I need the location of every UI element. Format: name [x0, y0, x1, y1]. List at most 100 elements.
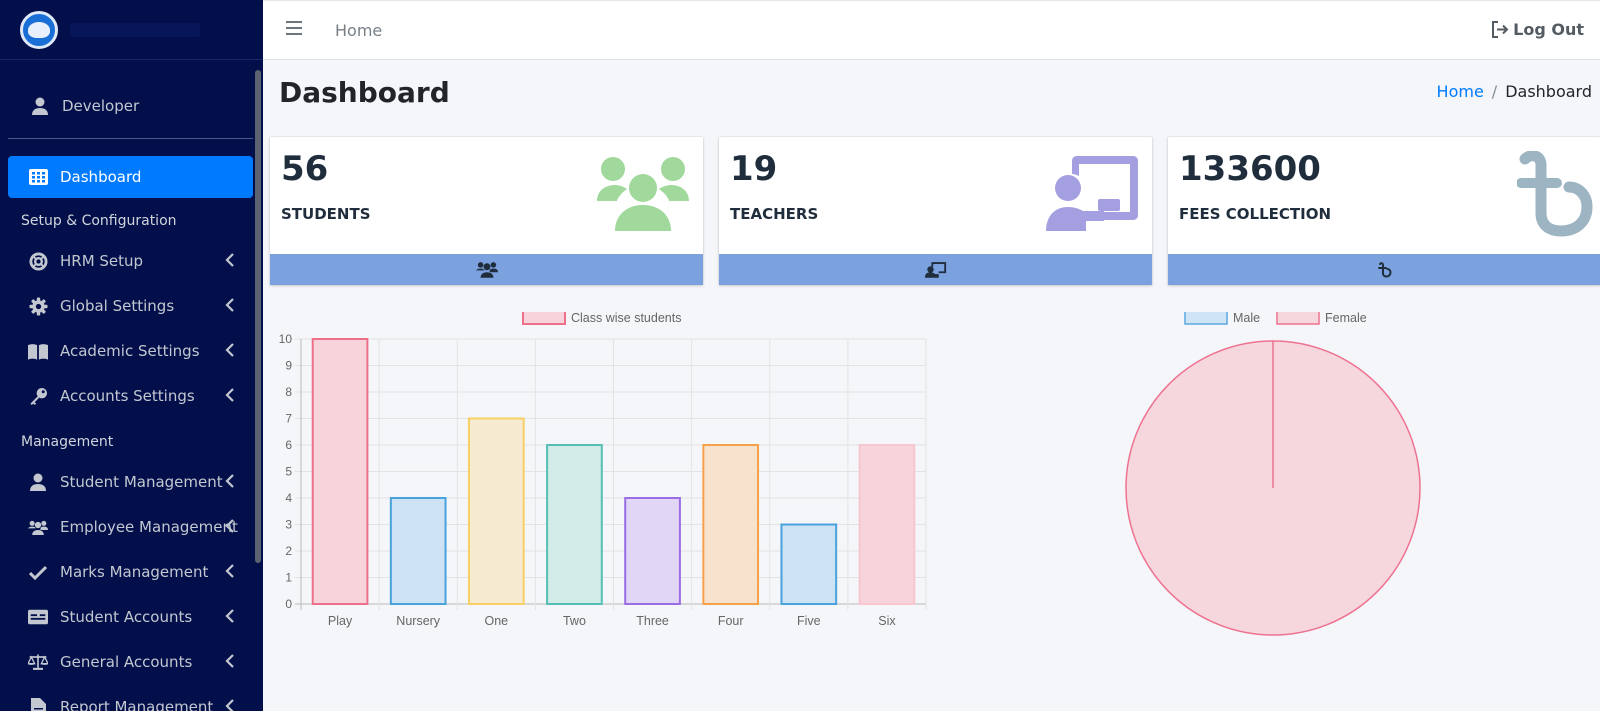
breadcrumb-separator: / [1491, 82, 1498, 101]
legend-label: Class wise students [571, 312, 681, 325]
y-tick-label: 2 [285, 544, 292, 558]
sidebar-item-label: Student Accounts [60, 608, 193, 626]
sidebar-item-global-settings[interactable]: Global Settings [8, 285, 253, 327]
page-title: Dashboard [279, 76, 450, 109]
bar-two [546, 444, 603, 605]
key-icon [28, 386, 48, 406]
bar-four [702, 444, 760, 605]
legend-label: Female [1325, 312, 1367, 325]
sidebar-item-accounts-settings[interactable]: Accounts Settings [8, 375, 253, 417]
chart-legend[interactable]: Male Female [1184, 310, 1367, 325]
stat-label: FEES COLLECTION [1179, 205, 1332, 223]
bar-one [467, 417, 525, 605]
logout-button[interactable]: Log Out [1491, 20, 1584, 39]
chevron-left-icon [225, 564, 234, 578]
pie-slices [1125, 340, 1421, 636]
legend-swatch [1184, 310, 1228, 325]
pie-chart-canvas: Male Female [1125, 310, 1421, 636]
top-nav-home-link[interactable]: Home [335, 21, 382, 40]
x-tick-label: One [484, 614, 508, 628]
sidebar-item-label: Dashboard [60, 168, 142, 186]
sidebar-item-general-accounts[interactable]: General Accounts [8, 641, 253, 683]
chart-legend[interactable]: Class wise students [522, 310, 681, 325]
stat-footer-link[interactable] [270, 254, 703, 285]
user-icon [30, 96, 50, 116]
y-tick-label: 6 [285, 438, 292, 452]
x-tick-label: Six [878, 614, 896, 628]
chevron-left-icon [225, 253, 234, 267]
bar-six [858, 444, 916, 605]
id-card-icon [28, 607, 48, 627]
x-tick-label: Four [718, 614, 744, 628]
hamburger-menu-icon[interactable] [286, 21, 302, 35]
sidebar-item-employee-management[interactable]: Employee Management [8, 506, 253, 548]
stat-value: 133600 [1179, 149, 1321, 189]
y-tick-label: 3 [285, 518, 292, 532]
sidebar-item-dashboard[interactable]: Dashboard [8, 156, 253, 198]
bar-three [624, 497, 681, 605]
sidebar-item-label: HRM Setup [60, 252, 144, 270]
x-tick-label: Three [636, 614, 669, 628]
sidebar-item-report-management[interactable]: Report Management [8, 686, 253, 711]
sidebar-item-marks-management[interactable]: Marks Management [8, 551, 253, 593]
sidebar-item-label: Student Management [60, 473, 223, 491]
sidebar-item-label: Marks Management [60, 563, 209, 581]
gear-icon [28, 296, 48, 316]
check-icon [28, 562, 48, 582]
brand[interactable] [0, 0, 263, 60]
legend-swatch [522, 310, 566, 325]
sidebar-item-academic-settings[interactable]: Academic Settings [8, 330, 253, 372]
sign-out-icon [1492, 21, 1509, 38]
y-tick-label: 4 [285, 491, 292, 505]
sidebar-item-label: General Accounts [60, 653, 193, 671]
breadcrumb-home-link[interactable]: Home [1437, 82, 1484, 101]
y-tick-label: 1 [285, 571, 292, 585]
sidebar-item-label: Report Management [60, 698, 214, 711]
chalkboard-teacher-icon [1046, 156, 1138, 231]
stat-box-fees-collection: 133600 FEES COLLECTION [1168, 137, 1600, 285]
sidebar-item-label: Employee Management [60, 518, 238, 536]
stat-box-teachers: 19 TEACHERS [719, 137, 1152, 285]
taka-icon [1517, 151, 1593, 237]
stat-footer-link[interactable] [719, 254, 1152, 285]
x-tick-label: Nursery [396, 614, 441, 628]
grid-icon [28, 167, 48, 187]
logout-label: Log Out [1513, 20, 1584, 39]
y-tick-label: 9 [285, 359, 292, 373]
chevron-left-icon [225, 609, 234, 623]
sidebar-item-student-management[interactable]: Student Management [8, 461, 253, 503]
user-panel[interactable]: Developer [8, 74, 253, 139]
chevron-left-icon [225, 474, 234, 488]
stat-footer-link[interactable] [1168, 254, 1600, 285]
sidebar-item-label: Academic Settings [60, 342, 200, 360]
breadcrumb: Home / Dashboard [1437, 82, 1592, 101]
sidebar-scrollbar[interactable] [255, 70, 261, 563]
chevron-left-icon [225, 388, 234, 402]
y-tick-label: 7 [285, 412, 292, 426]
sidebar-item-hrm-setup[interactable]: HRM Setup [8, 240, 253, 282]
sidebar-item-label: Global Settings [60, 297, 175, 315]
user-name[interactable]: Developer [62, 97, 139, 115]
breadcrumb-current: Dashboard [1505, 82, 1592, 101]
bar-five [780, 523, 838, 605]
legend-swatch [1276, 310, 1320, 325]
users-icon [28, 517, 48, 537]
y-tick-label: 0 [285, 597, 292, 611]
sidebar-item-label: Accounts Settings [60, 387, 195, 405]
sidebar-item-student-accounts[interactable]: Student Accounts [8, 596, 253, 638]
chevron-left-icon [225, 343, 234, 357]
stat-value: 19 [730, 149, 778, 189]
taka-icon [1377, 261, 1392, 278]
bar-chart-canvas: Class wise students 0 1 2 3 4 5 6 7 8 9 10 Play Nur… [279, 310, 927, 628]
balance-scale-icon [28, 652, 48, 672]
nav-header-setup: Setup & Configuration [21, 213, 177, 229]
x-tick-label: Five [797, 614, 821, 628]
users-icon [597, 157, 689, 231]
chalkboard-teacher-icon [924, 262, 946, 278]
topbar: Home Log Out [263, 0, 1600, 60]
x-tick-label: Two [563, 614, 586, 628]
bar-nursery [389, 497, 447, 605]
stat-box-students: 56 STUDENTS [270, 137, 703, 285]
chevron-left-icon [225, 519, 234, 533]
nav-header-management: Management [21, 434, 114, 450]
